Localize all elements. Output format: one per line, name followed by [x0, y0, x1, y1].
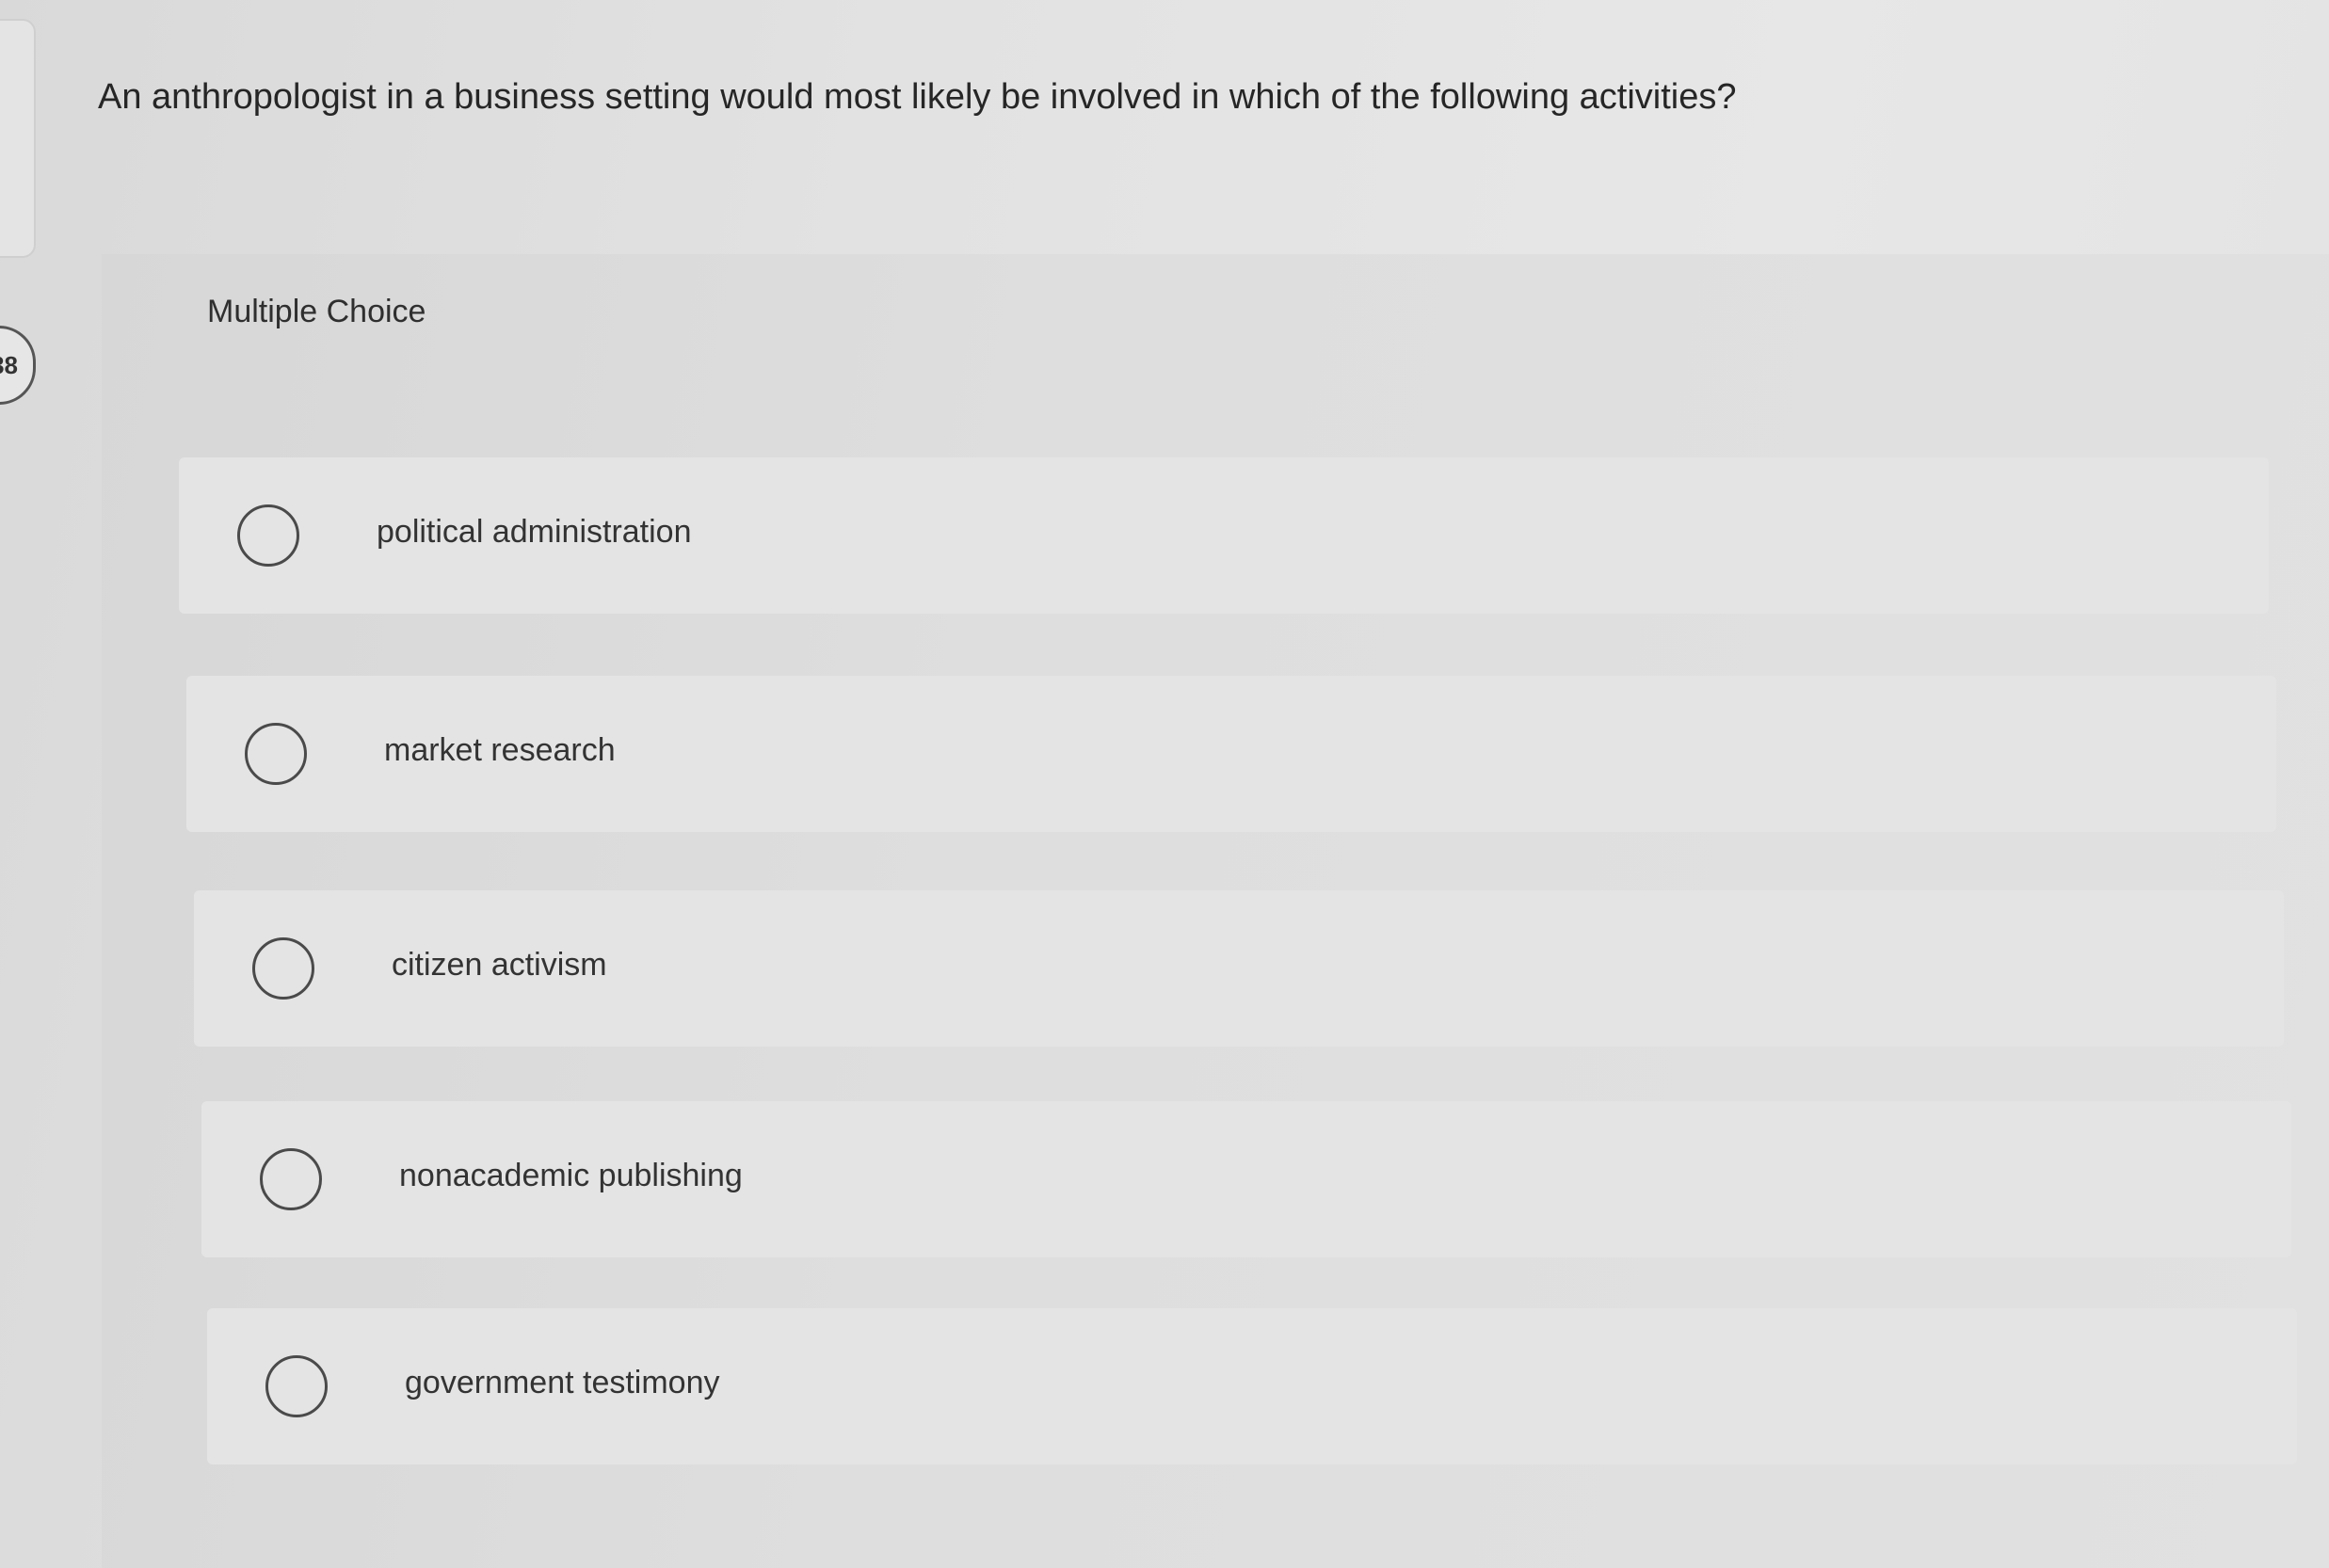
radio-button[interactable] [260, 1148, 322, 1210]
answer-option-label[interactable]: citizen activism [392, 947, 607, 984]
answer-option-4[interactable]: nonacademic publishing [201, 1101, 2291, 1257]
radio-button[interactable] [252, 937, 314, 1000]
answer-option-label[interactable]: market research [384, 732, 616, 769]
answer-option-2[interactable]: market research [186, 676, 2276, 832]
answer-option-label[interactable]: government testimony [405, 1365, 720, 1401]
answer-option-1[interactable]: political administration [179, 457, 2269, 614]
answer-option-label[interactable]: nonacademic publishing [399, 1158, 743, 1194]
answer-option-label[interactable]: political administration [377, 514, 692, 551]
question-prompt: An anthropologist in a business setting … [98, 77, 1737, 117]
left-panel-edge [0, 19, 36, 258]
answer-option-3[interactable]: citizen activism [194, 890, 2284, 1047]
question-number-badge[interactable]: 38 [0, 326, 36, 405]
radio-button[interactable] [237, 504, 299, 567]
question-type-label: Multiple Choice [207, 294, 426, 329]
radio-button[interactable] [245, 723, 307, 785]
radio-button[interactable] [265, 1355, 328, 1417]
answer-option-5[interactable]: government testimony [207, 1308, 2297, 1464]
